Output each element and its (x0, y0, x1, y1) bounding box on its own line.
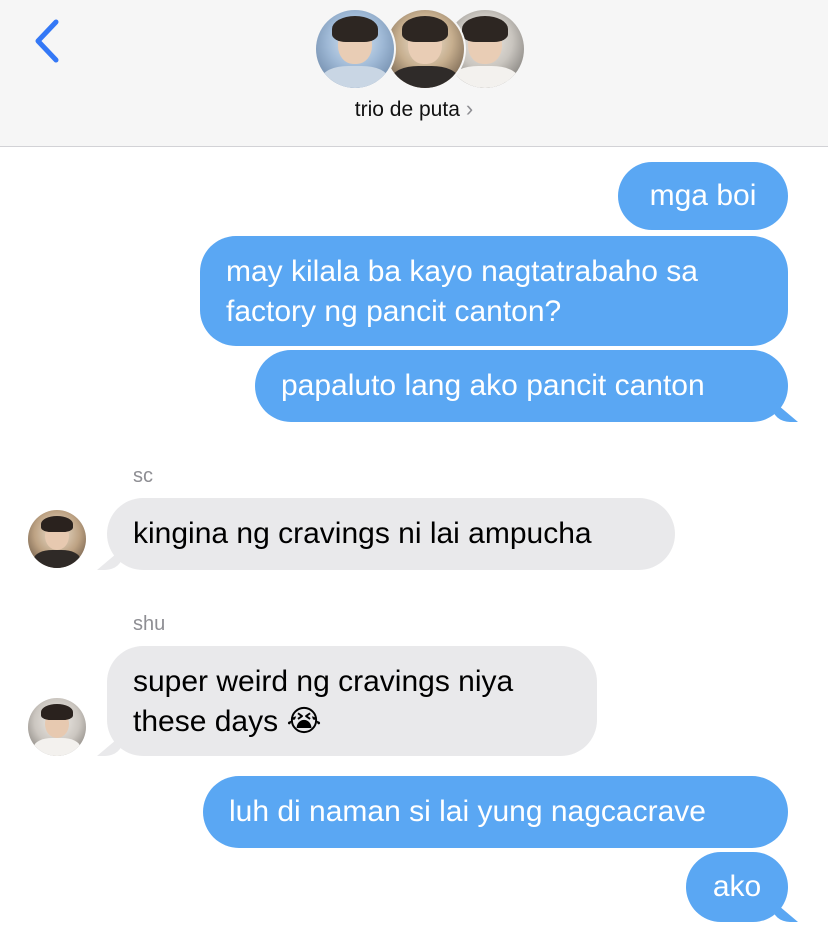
sender-avatar[interactable] (28, 698, 86, 756)
message-text-line: super weird ng cravings niya (133, 665, 514, 698)
message-text-line: may kilala ba kayo nagtatrabaho sa (226, 255, 698, 288)
loudly-crying-emoji: 😭 (286, 704, 322, 739)
message-text-line: these days (133, 705, 279, 738)
group-name: trio de puta (354, 98, 460, 121)
message-text: ako (712, 870, 762, 903)
message-bubble-outgoing[interactable]: papaluto lang ako pancit canton (255, 350, 788, 422)
message-text: papaluto lang ako pancit canton (281, 369, 705, 402)
group-name-button[interactable]: trio de puta › (0, 96, 828, 122)
group-avatars[interactable] (314, 8, 526, 90)
message-bubble-incoming[interactable]: kingina ng cravings ni lai ampucha (107, 498, 675, 570)
back-button[interactable] (28, 16, 68, 66)
message-text: kingina ng cravings ni lai ampucha (133, 517, 592, 550)
message-text: mga boi (649, 179, 757, 212)
message-bubble-incoming[interactable]: super weird ng cravings niya these days … (107, 646, 597, 756)
message-bubble-outgoing[interactable]: mga boi (618, 162, 788, 230)
message-text-line: factory ng pancit canton? (226, 295, 562, 328)
message-bubble-outgoing[interactable]: luh di naman si lai yung nagcacrave (203, 776, 788, 848)
message-text-line-with-emoji: these days 😭 (133, 702, 571, 742)
message-bubble-outgoing[interactable]: ako (686, 852, 788, 922)
message-bubble-outgoing[interactable]: may kilala ba kayo nagtatrabaho sa facto… (200, 236, 788, 346)
conversation-header: trio de puta › (0, 0, 828, 147)
member-avatar (384, 8, 466, 90)
message-text: luh di naman si lai yung nagcacrave (229, 795, 706, 828)
sender-avatar[interactable] (28, 510, 86, 568)
member-avatar (314, 8, 396, 90)
chevron-right-icon: › (465, 96, 474, 121)
sender-name: sc (133, 465, 153, 487)
chevron-left-icon (35, 19, 59, 63)
sender-name: shu (133, 613, 166, 635)
